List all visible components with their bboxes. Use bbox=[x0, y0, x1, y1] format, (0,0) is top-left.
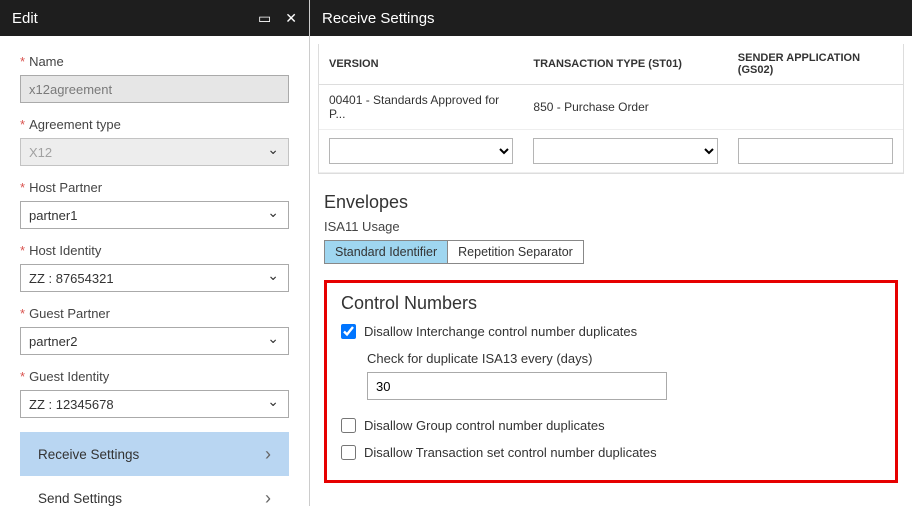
guest-partner-select[interactable]: partner2 bbox=[20, 327, 289, 355]
disallow-transaction-checkbox[interactable] bbox=[341, 445, 356, 460]
maximize-icon[interactable]: ▭ bbox=[258, 10, 271, 27]
edit-form: *Name *Agreement type X12 *Host Partner … bbox=[0, 36, 309, 506]
col-version: VERSION bbox=[319, 44, 523, 85]
disallow-interchange-label: Disallow Interchange control number dupl… bbox=[364, 324, 637, 339]
edit-panel: Edit ▭ ✕ *Name *Agreement type X12 *Host… bbox=[0, 0, 310, 506]
chevron-right-icon: › bbox=[265, 488, 271, 506]
col-transaction-type: TRANSACTION TYPE (ST01) bbox=[523, 44, 727, 85]
version-select[interactable] bbox=[329, 138, 513, 164]
nav-send-label: Send Settings bbox=[38, 491, 122, 506]
envelopes-title: Envelopes bbox=[324, 192, 904, 213]
nav-send-settings[interactable]: Send Settings › bbox=[20, 476, 289, 506]
edit-panel-title: Edit bbox=[12, 10, 38, 27]
isa11-usage-label: ISA11 Usage bbox=[324, 219, 904, 234]
host-partner-select[interactable]: partner1 bbox=[20, 201, 289, 229]
close-icon[interactable]: ✕ bbox=[285, 10, 297, 27]
guest-identity-select[interactable]: ZZ : 12345678 bbox=[20, 390, 289, 418]
edit-panel-header: Edit ▭ ✕ bbox=[0, 0, 309, 36]
col-sender-application: SENDER APPLICATION (GS02) bbox=[728, 44, 903, 85]
control-numbers-title: Control Numbers bbox=[341, 293, 881, 314]
isa11-usage-toggle: Standard Identifier Repetition Separator bbox=[324, 240, 904, 264]
receive-settings-title: Receive Settings bbox=[322, 10, 435, 27]
disallow-group-label: Disallow Group control number duplicates bbox=[364, 418, 605, 433]
agreement-type-select[interactable]: X12 bbox=[20, 138, 289, 166]
disallow-transaction-label: Disallow Transaction set control number … bbox=[364, 445, 657, 460]
name-label: *Name bbox=[20, 54, 289, 69]
transaction-type-select[interactable] bbox=[533, 138, 717, 164]
control-numbers-section: Control Numbers Disallow Interchange con… bbox=[324, 280, 898, 483]
cell-version: 00401 - Standards Approved for P... bbox=[319, 85, 523, 130]
envelopes-section: Envelopes ISA11 Usage Standard Identifie… bbox=[318, 192, 904, 264]
toggle-repetition-separator[interactable]: Repetition Separator bbox=[448, 240, 584, 264]
cell-sender-application bbox=[728, 85, 903, 130]
chevron-right-icon: › bbox=[265, 444, 271, 465]
host-identity-select[interactable]: ZZ : 87654321 bbox=[20, 264, 289, 292]
isa13-sub-block: Check for duplicate ISA13 every (days) bbox=[367, 351, 881, 400]
agreement-type-label: *Agreement type bbox=[20, 117, 289, 132]
nav-receive-label: Receive Settings bbox=[38, 447, 139, 462]
name-input[interactable] bbox=[20, 75, 289, 103]
isa13-days-input[interactable] bbox=[367, 372, 667, 400]
host-partner-label: *Host Partner bbox=[20, 180, 289, 195]
toggle-standard-identifier[interactable]: Standard Identifier bbox=[324, 240, 448, 264]
host-identity-label: *Host Identity bbox=[20, 243, 289, 258]
isa13-days-label: Check for duplicate ISA13 every (days) bbox=[367, 351, 881, 366]
disallow-group-checkbox[interactable] bbox=[341, 418, 356, 433]
nav-receive-settings[interactable]: Receive Settings › bbox=[20, 432, 289, 476]
schema-table: VERSION TRANSACTION TYPE (ST01) SENDER A… bbox=[318, 44, 904, 174]
table-row: 00401 - Standards Approved for P... 850 … bbox=[319, 85, 903, 130]
receive-settings-header: Receive Settings bbox=[310, 0, 912, 36]
sender-application-input[interactable] bbox=[738, 138, 893, 164]
cell-transaction-type: 850 - Purchase Order bbox=[523, 85, 727, 130]
guest-identity-label: *Guest Identity bbox=[20, 369, 289, 384]
table-row-new bbox=[319, 130, 903, 173]
guest-partner-label: *Guest Partner bbox=[20, 306, 289, 321]
disallow-interchange-checkbox[interactable] bbox=[341, 324, 356, 339]
receive-settings-panel: Receive Settings VERSION TRANSACTION TYP… bbox=[310, 0, 912, 506]
